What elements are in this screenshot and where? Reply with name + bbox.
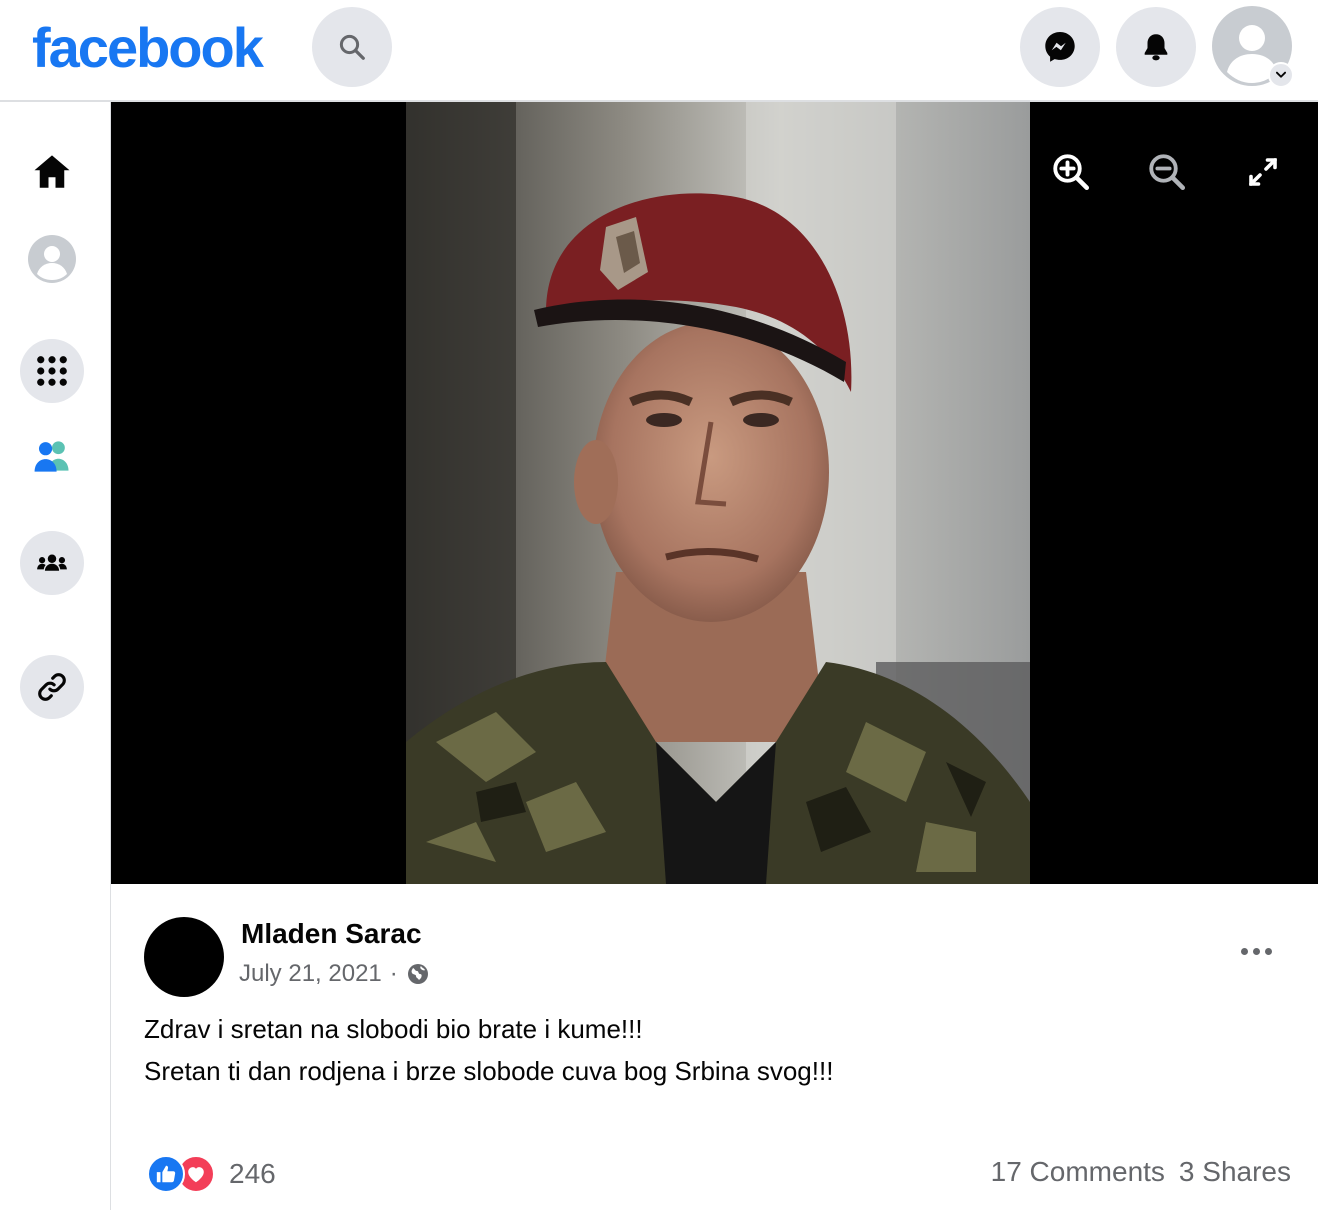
rail-item-profile[interactable] [20, 227, 84, 291]
engagement-stats: 17 Comments 3 Shares [991, 1156, 1291, 1188]
more-dot [1240, 947, 1248, 955]
thumbs-up-icon [156, 1165, 176, 1183]
zoom-out-button[interactable] [1143, 148, 1191, 196]
fullscreen-button[interactable] [1239, 148, 1287, 196]
fullscreen-icon [1249, 158, 1277, 186]
account-dropdown[interactable] [1268, 62, 1294, 88]
author-name[interactable]: Mladen Sarac [241, 918, 422, 950]
notifications-button[interactable] [1116, 7, 1196, 87]
groups-icon [37, 554, 67, 571]
link-icon [38, 673, 66, 701]
bell-icon [1144, 34, 1168, 61]
reactions-summary[interactable]: 246 [147, 1154, 276, 1194]
friends-icon [34, 441, 69, 472]
photo-viewer [111, 102, 1318, 884]
zoom-out-icon [1149, 154, 1186, 191]
zoom-in-button[interactable] [1047, 148, 1095, 196]
post-details: Mladen Sarac July 21, 2021 · Zdrav i sre… [111, 884, 1318, 1210]
post-photo-image [406, 102, 1030, 884]
post-meta: July 21, 2021 · [239, 960, 430, 988]
post-photo[interactable] [406, 102, 1030, 884]
post-text-line: Zdrav i sretan na slobodi bio brate i ku… [144, 1014, 643, 1044]
globe-icon[interactable] [406, 962, 430, 986]
top-navigation-bar: facebook [0, 0, 1318, 102]
facebook-logo[interactable]: facebook [32, 14, 264, 82]
author-avatar[interactable] [144, 917, 224, 997]
heart-icon [188, 1167, 204, 1183]
post-date[interactable]: July 21, 2021 [239, 960, 382, 988]
zoom-in-icon [1053, 154, 1090, 191]
rail-item-friends[interactable] [20, 424, 84, 488]
chevron-down-icon [1275, 71, 1287, 78]
left-rail [0, 102, 111, 1210]
account-menu-button[interactable] [1212, 6, 1294, 88]
rail-item-menu[interactable] [20, 339, 84, 403]
more-dot [1252, 947, 1260, 955]
messenger-button[interactable] [1020, 7, 1100, 87]
home-icon [34, 155, 70, 188]
profile-icon [28, 235, 76, 283]
post-text-line: Sretan ti dan rodjena i brze slobode cuv… [144, 1056, 834, 1086]
post-text: Zdrav i sretan na slobodi bio brate i ku… [144, 1008, 833, 1092]
rail-item-link[interactable] [20, 655, 84, 719]
search-button[interactable] [312, 7, 392, 87]
reaction-count: 246 [229, 1158, 276, 1189]
messenger-icon [1045, 32, 1075, 62]
shares-count-link[interactable]: 3 Shares [1179, 1156, 1291, 1188]
like-reaction [147, 1155, 185, 1193]
meta-separator: · [389, 960, 398, 987]
post-options-button[interactable] [1226, 936, 1286, 966]
menu-grid-icon [37, 356, 67, 386]
rail-item-groups[interactable] [20, 531, 84, 595]
rail-item-home[interactable] [20, 140, 84, 204]
more-dot [1264, 947, 1272, 955]
comments-count-link[interactable]: 17 Comments [991, 1156, 1165, 1188]
search-icon [339, 34, 365, 60]
